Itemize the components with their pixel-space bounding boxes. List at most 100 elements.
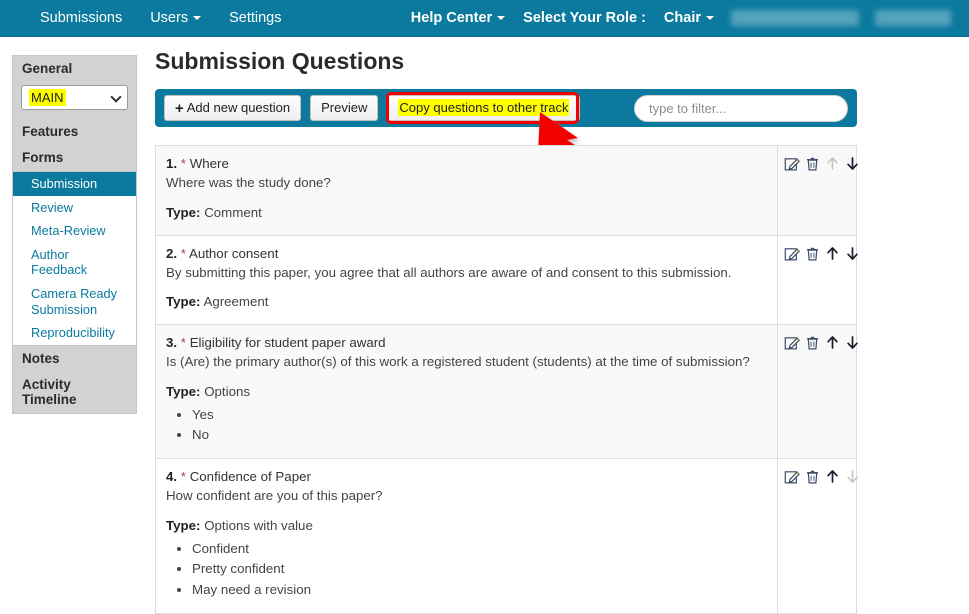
list-item: Pretty confident — [192, 559, 765, 580]
sidebar-item-notes[interactable]: Notes — [13, 345, 136, 372]
question-actions — [778, 459, 858, 612]
move-up-icon[interactable] — [824, 468, 841, 485]
question-type-value: Options — [204, 384, 251, 399]
question-title-text: Author consent — [188, 245, 279, 261]
chevron-down-icon — [193, 15, 202, 20]
trash-icon[interactable] — [804, 245, 821, 262]
move-up-icon[interactable] — [824, 245, 841, 262]
sidebar-item-activity-timeline[interactable]: Activity Timeline — [13, 371, 136, 413]
sidebar-item-reproducibility[interactable]: Reproducibility — [13, 321, 136, 345]
move-down-icon[interactable] — [844, 334, 861, 351]
list-item: May need a revision — [192, 580, 765, 601]
move-up-icon[interactable] — [824, 334, 841, 351]
top-navbar: Submissions Users Settings Help Center S… — [0, 0, 969, 37]
chevron-down-icon — [706, 15, 714, 20]
sidebar-item-activity-timeline-label: Activity Timeline — [22, 376, 77, 407]
question-title: 2. * Author consent — [166, 245, 765, 264]
sidebar-item-author-feedback[interactable]: Author Feedback — [13, 243, 136, 282]
sidebar-item-review-label: Review — [31, 199, 73, 215]
question-content: 2. * Author consent By submitting this p… — [156, 235, 778, 325]
sidebar-item-features[interactable]: Features — [13, 119, 136, 145]
question-options-list: Confident Pretty confident May need a re… — [166, 539, 765, 601]
edit-icon[interactable] — [784, 245, 801, 262]
sidebar-item-camera-ready-submission-label: Camera Ready Submission — [31, 286, 118, 317]
sidebar-header-forms-label: Forms — [22, 150, 64, 165]
question-content: 1. * Where Where was the study done? Typ… — [156, 146, 778, 235]
table-row: 3. * Eligibility for student paper award… — [156, 325, 858, 460]
table-row: 2. * Author consent By submitting this p… — [156, 235, 858, 326]
trash-icon[interactable] — [804, 468, 821, 485]
sidebar-item-features-label: Features — [22, 124, 79, 139]
nav-item-submissions[interactable]: Submissions — [26, 0, 136, 37]
track-select[interactable]: MAIN — [21, 85, 128, 110]
move-down-icon[interactable] — [844, 155, 861, 172]
preview-button[interactable]: Preview — [310, 95, 379, 121]
trash-icon[interactable] — [804, 155, 821, 172]
question-title: 3. * Eligibility for student paper award — [166, 334, 765, 353]
question-type: Type: Options — [166, 383, 765, 402]
navbar-right-group: Help Center Select Your Role : Chair — [402, 0, 969, 37]
nav-item-settings-label: Settings — [229, 9, 282, 26]
move-down-icon[interactable] — [844, 245, 861, 262]
question-description: How confident are you of this paper? — [166, 487, 383, 503]
plus-icon: + — [175, 100, 184, 117]
navbar-left-group: Submissions Users Settings — [26, 0, 295, 37]
question-number: 4. — [166, 469, 178, 485]
chevron-down-icon — [110, 91, 122, 103]
question-description: By submitting this paper, you agree that… — [166, 264, 732, 280]
nav-item-help-center[interactable]: Help Center — [402, 0, 514, 37]
list-item: Confident — [192, 539, 765, 560]
track-select-value: MAIN — [29, 89, 66, 106]
redacted-signout — [875, 10, 951, 26]
edit-icon[interactable] — [784, 468, 801, 485]
move-up-icon — [824, 155, 841, 172]
nav-item-submissions-label: Submissions — [40, 9, 123, 26]
edit-icon[interactable] — [784, 334, 801, 351]
copy-questions-to-other-track-button[interactable]: Copy questions to other track — [387, 95, 581, 121]
trash-icon[interactable] — [804, 334, 821, 351]
required-asterisk: * — [180, 335, 186, 351]
nav-item-settings[interactable]: Settings — [215, 0, 295, 37]
edit-icon[interactable] — [784, 155, 801, 172]
table-row: 1. * Where Where was the study done? Typ… — [156, 146, 858, 236]
sidebar-track-select-wrap: MAIN — [13, 82, 136, 119]
redacted-username — [731, 10, 859, 26]
sidebar-item-review[interactable]: Review — [13, 196, 136, 220]
question-type-label: Type: — [166, 384, 201, 399]
question-type-label: Type: — [166, 294, 201, 310]
nav-item-users[interactable]: Users — [136, 0, 215, 37]
preview-label: Preview — [321, 100, 368, 115]
copy-questions-label: Copy questions to other track — [398, 99, 570, 116]
question-number: 3. — [166, 335, 178, 351]
sidebar-item-camera-ready-submission[interactable]: Camera Ready Submission — [13, 282, 136, 321]
sidebar-header-forms[interactable]: Forms — [13, 145, 136, 171]
sidebar-header-general: General — [13, 56, 136, 82]
question-type-value: Options with value — [204, 517, 313, 533]
sidebar-item-submission-label: Submission — [31, 176, 98, 191]
filter-input[interactable] — [634, 94, 848, 122]
sidebar-forms-group: Submission Review Meta-Review Author Fee… — [13, 171, 136, 346]
question-content: 4. * Confidence of Paper How confident a… — [156, 459, 778, 613]
question-type-value: Comment — [204, 204, 262, 220]
questions-toolbar: + Add new question Preview Copy questions… — [155, 89, 857, 127]
table-row: 4. * Confidence of Paper How confident a… — [156, 459, 858, 613]
chevron-down-icon — [497, 15, 506, 20]
role-dropdown-chair[interactable]: Chair — [655, 0, 723, 37]
list-item: Yes — [192, 405, 765, 426]
nav-item-help-center-label: Help Center — [410, 9, 493, 26]
add-new-question-button[interactable]: + Add new question — [164, 95, 302, 121]
question-number: 1. — [166, 156, 178, 171]
question-type: Type: Comment — [166, 204, 765, 223]
sidebar-item-meta-review[interactable]: Meta-Review — [13, 219, 136, 243]
sidebar-item-submission[interactable]: Submission — [13, 172, 136, 196]
question-type: Type: Options with value — [166, 517, 765, 536]
question-actions — [778, 236, 858, 325]
list-item: No — [192, 425, 765, 446]
question-type-value: Agreement — [203, 294, 269, 310]
question-content: 3. * Eligibility for student paper award… — [156, 325, 778, 459]
select-your-role-text: Select Your Role : — [523, 9, 646, 26]
move-down-icon — [844, 468, 861, 485]
question-title-text: Eligibility for student paper award — [189, 335, 386, 351]
sidebar-header-general-label: General — [22, 61, 73, 76]
question-type-label: Type: — [166, 517, 201, 533]
